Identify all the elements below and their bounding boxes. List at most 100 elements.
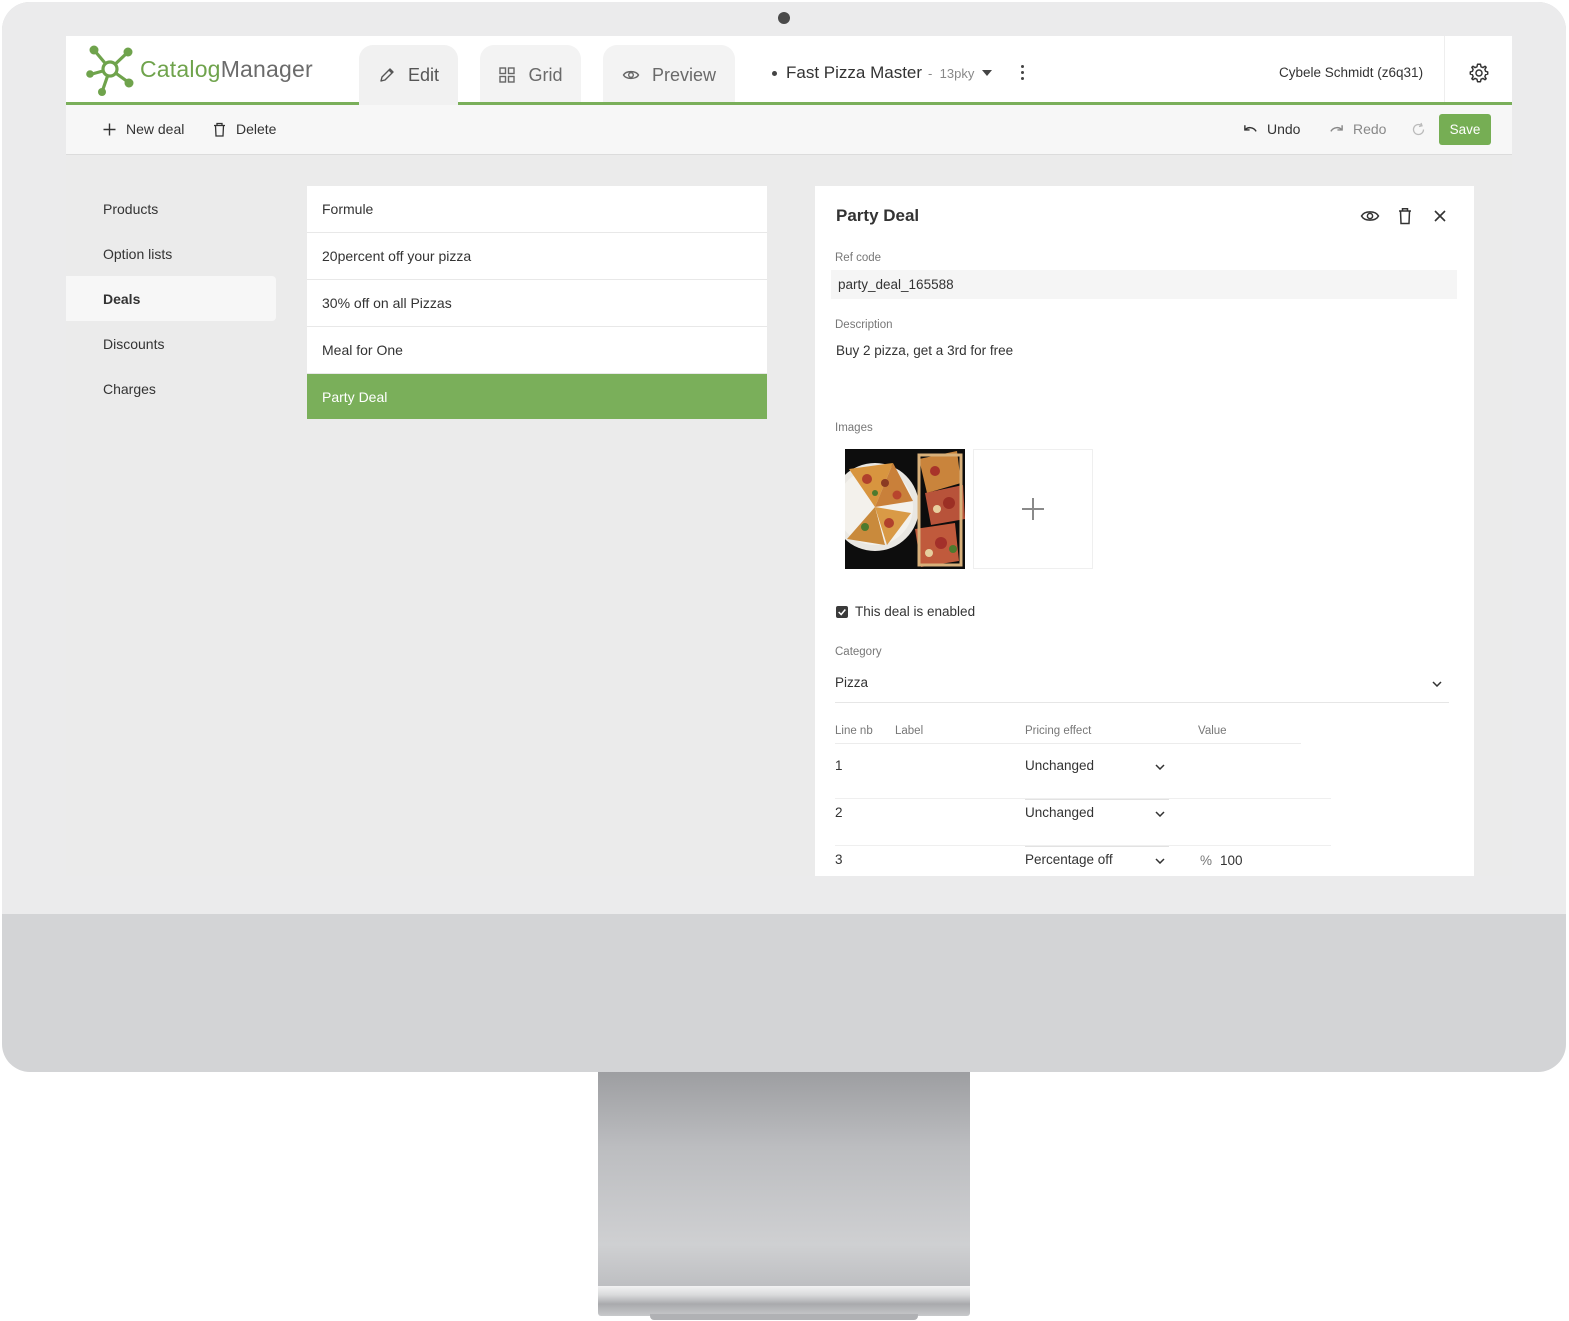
chevron-down-icon (1155, 858, 1165, 864)
add-image-button[interactable] (973, 449, 1093, 569)
row-divider (835, 798, 1331, 799)
ref-code-input[interactable] (831, 270, 1457, 299)
divider (1444, 36, 1445, 102)
pencil-icon (378, 66, 396, 84)
app-screen: CatalogManager Edit Grid Preview Fast Pi… (66, 36, 1512, 876)
deal-detail-panel: Party Deal Ref code Description Buy 2 pi… (815, 186, 1474, 876)
plus-icon (1022, 498, 1044, 520)
line-nb: 2 (835, 805, 843, 820)
pricing-effect-select[interactable]: Unchanged (1025, 805, 1169, 847)
tab-grid-label: Grid (528, 64, 563, 85)
logo[interactable]: CatalogManager (86, 42, 313, 96)
tab-edit[interactable]: Edit (359, 45, 458, 105)
pricing-effect-select[interactable]: Percentage off (1025, 852, 1169, 876)
top-bar: CatalogManager Edit Grid Preview Fast Pi… (66, 36, 1512, 106)
pricing-effect-value: Unchanged (1025, 758, 1095, 773)
lines-table-header: Line nb Label Pricing effect Value (835, 724, 1301, 744)
monitor-stand (598, 1072, 970, 1288)
pricing-effect-value: Percentage off (1025, 852, 1113, 867)
molecule-logo-icon (86, 45, 134, 96)
grid-icon (498, 66, 516, 84)
undo-button[interactable]: Undo (1243, 121, 1300, 137)
logo-text-part2: Manager (220, 55, 313, 82)
value-input[interactable]: 100 (1220, 853, 1243, 868)
user-name[interactable]: Cybele Schmidt (z6q31) (1279, 65, 1423, 80)
list-item[interactable]: Formule (307, 186, 767, 233)
monitor-stand-base (598, 1286, 970, 1316)
camera-icon (778, 12, 790, 24)
column-header-label: Label (895, 725, 924, 737)
sidebar-item-products[interactable]: Products (66, 186, 276, 231)
category-select[interactable]: Pizza (835, 673, 1449, 703)
column-header-pricing-effect: Pricing effect (1025, 725, 1092, 737)
list-item[interactable]: 20percent off your pizza (307, 233, 767, 280)
new-deal-button[interactable]: New deal (102, 121, 184, 137)
gear-icon[interactable] (1468, 62, 1490, 84)
catalog-separator: - (928, 65, 933, 81)
table-row: 3 Percentage off % 100 (835, 852, 1331, 876)
pricing-effect-value: Unchanged (1025, 805, 1095, 820)
sidebar-item-charges[interactable]: Charges (66, 366, 276, 411)
new-deal-label: New deal (126, 121, 185, 137)
tab-preview[interactable]: Preview (603, 45, 735, 105)
detail-actions (1360, 206, 1465, 226)
enabled-checkbox[interactable] (836, 605, 848, 618)
tab-grid[interactable]: Grid (480, 45, 581, 105)
images-label: Images (835, 422, 873, 434)
table-row: 1 Unchanged (835, 758, 1331, 805)
list-item[interactable]: 30% off on all Pizzas (307, 280, 767, 327)
row-divider (835, 845, 1331, 846)
eye-icon[interactable] (1360, 206, 1380, 226)
undo-label: Undo (1267, 121, 1301, 137)
close-icon[interactable] (1430, 206, 1450, 226)
plus-icon (103, 123, 116, 135)
refresh-icon[interactable] (1411, 122, 1426, 137)
chevron-down-icon (1432, 681, 1442, 687)
chevron-down-icon (1155, 811, 1165, 817)
more-menu-icon[interactable] (1018, 65, 1026, 83)
tab-preview-label: Preview (651, 64, 717, 85)
category-value: Pizza (835, 675, 869, 690)
detail-title: Party Deal (836, 206, 920, 225)
save-button[interactable]: Save (1439, 114, 1491, 145)
eye-icon (622, 66, 640, 84)
line-nb: 3 (835, 852, 843, 867)
value-unit: % (1200, 853, 1213, 868)
catalog-code: - 13pky (928, 66, 974, 81)
chevron-down-icon (1155, 764, 1165, 770)
caret-down-icon (982, 70, 993, 76)
table-row: 2 Unchanged (835, 805, 1331, 852)
undo-icon (1244, 124, 1257, 132)
description-label: Description (835, 319, 893, 331)
sidebar-item-discounts[interactable]: Discounts (66, 321, 276, 366)
redo-label: Redo (1353, 121, 1387, 137)
trash-icon[interactable] (1395, 206, 1415, 226)
column-header-value: Value (1198, 725, 1227, 737)
list-item[interactable]: Meal for One (307, 327, 767, 374)
tab-edit-label: Edit (407, 64, 440, 85)
sidebar-item-deals[interactable]: Deals (66, 276, 276, 321)
delete-button[interactable]: Delete (212, 121, 276, 137)
logo-text: CatalogManager (140, 56, 313, 83)
trash-icon (214, 122, 225, 137)
catalog-selector[interactable]: Fast Pizza Master - 13pky (772, 63, 993, 83)
pricing-effect-select[interactable]: Unchanged (1025, 758, 1169, 800)
catalog-code-value: 13pky (939, 65, 975, 81)
sidebar-item-option-lists[interactable]: Option lists (66, 231, 276, 276)
enabled-checkbox-row[interactable]: This deal is enabled (836, 604, 975, 619)
logo-text-part1: Catalog (140, 55, 221, 82)
list-item-selected[interactable]: Party Deal (307, 374, 767, 419)
redo-button[interactable]: Redo (1329, 121, 1386, 137)
category-label: Category (835, 646, 882, 658)
enabled-label: This deal is enabled (855, 604, 976, 619)
description-field[interactable]: Buy 2 pizza, get a 3rd for free (836, 343, 1013, 358)
redo-icon (1330, 124, 1343, 132)
pizza-image[interactable] (845, 449, 965, 569)
column-header-line-nb: Line nb (835, 725, 873, 737)
delete-label: Delete (236, 121, 277, 137)
check-icon (838, 608, 846, 616)
monitor-stand-foot (650, 1314, 918, 1320)
unsaved-dot-icon (772, 70, 777, 76)
deal-list: Formule 20percent off your pizza 30% off… (307, 186, 767, 419)
sidebar: Products Option lists Deals Discounts Ch… (66, 186, 276, 411)
